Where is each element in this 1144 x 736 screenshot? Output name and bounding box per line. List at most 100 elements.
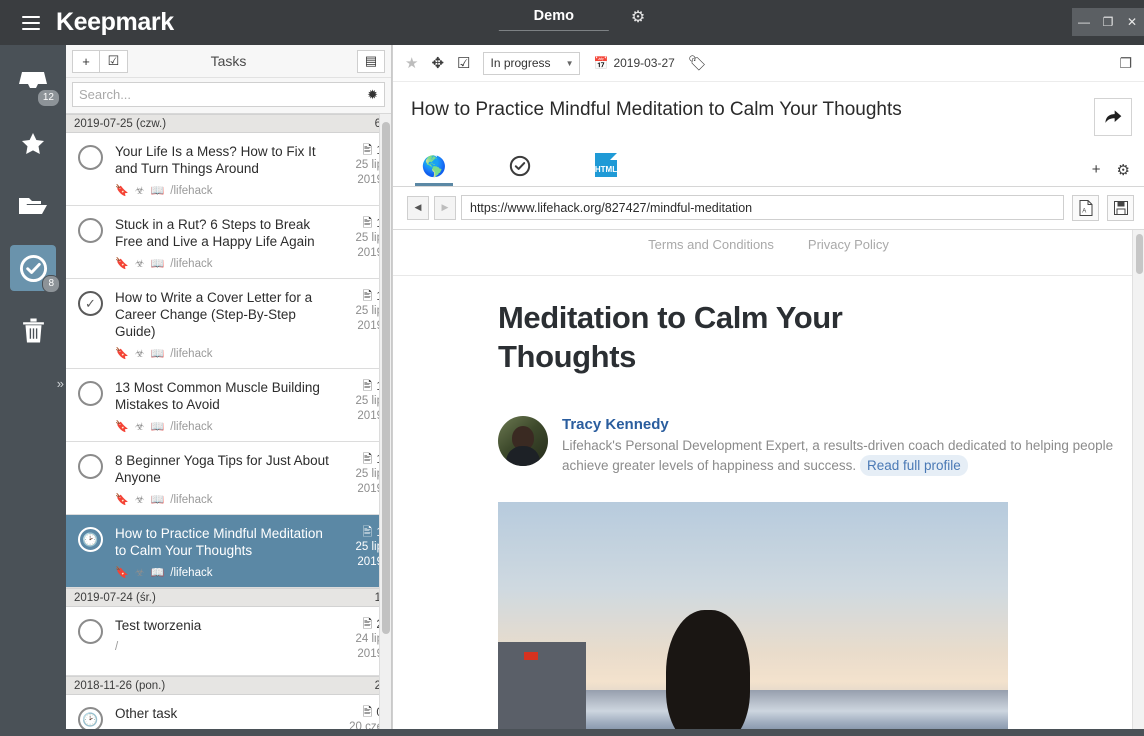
- task-status-circle[interactable]: [78, 218, 103, 243]
- task-date-year: 2019: [329, 555, 383, 570]
- task-right-meta: 🖹0 20 cze 2019: [329, 705, 383, 729]
- checkbox-icon[interactable]: ☑: [457, 54, 470, 72]
- task-row[interactable]: Stuck in a Rut? 6 Steps to Break Free an…: [66, 206, 391, 279]
- task-date-day: 25 lip: [329, 304, 383, 319]
- sidebar-item-favorites[interactable]: [10, 121, 56, 167]
- task-list-scroll[interactable]: 2019-07-25 (czw.) 6 Your Life Is a Mess?…: [66, 114, 391, 729]
- list-toolbar: + ☑ Tasks ▤: [66, 45, 391, 78]
- main-body: 12 8 »: [0, 45, 1144, 729]
- web-scrollbar-thumb[interactable]: [1136, 234, 1143, 274]
- gears-icon[interactable]: ⚙: [631, 7, 645, 27]
- tab-web[interactable]: 🌎: [415, 157, 453, 186]
- task-path: /lifehack: [170, 348, 212, 360]
- read-full-profile-link[interactable]: Read full profile: [860, 455, 968, 476]
- globe-icon: 🌎: [422, 157, 447, 177]
- list-scrollbar-thumb[interactable]: [382, 122, 390, 634]
- floppy-save-icon: [1114, 201, 1128, 215]
- task-date-year: 2019: [329, 409, 383, 424]
- rss-icon: ☣: [135, 184, 145, 197]
- author-avatar: [498, 416, 548, 466]
- hamburger-menu-icon[interactable]: [22, 16, 40, 30]
- tag-icon[interactable]: 🏷: [688, 54, 707, 72]
- sidebar-item-trash[interactable]: [10, 307, 56, 353]
- sidebar-item-folders[interactable]: [10, 183, 56, 229]
- tab-task[interactable]: [501, 155, 539, 186]
- task-title: Stuck in a Rut? 6 Steps to Break Free an…: [115, 216, 329, 250]
- task-status-circle[interactable]: [78, 145, 103, 170]
- page-title: How to Practice Mindful Meditation to Ca…: [411, 98, 1084, 122]
- minimize-button[interactable]: —: [1072, 8, 1096, 36]
- workspace-title[interactable]: Demo: [499, 6, 609, 31]
- task-row[interactable]: 13 Most Common Muscle Building Mistakes …: [66, 369, 391, 442]
- export-pdf-button[interactable]: A: [1072, 195, 1099, 221]
- task-row[interactable]: Test tworzenia / 🖹2 24 lip 2019: [66, 607, 391, 676]
- group-header: 2019-07-24 (śr.) 1: [66, 588, 391, 607]
- calendar-icon: 📅: [593, 56, 608, 70]
- bookmark-icon: 🔖: [115, 347, 129, 360]
- tab-html[interactable]: HTML: [587, 153, 625, 186]
- task-status-circle[interactable]: ✓: [78, 291, 103, 316]
- bookmark-icon: 🔖: [115, 566, 129, 579]
- restore-window-icon[interactable]: ❐: [1119, 55, 1132, 72]
- task-status-circle[interactable]: [78, 619, 103, 644]
- task-status-circle[interactable]: 🕑: [78, 527, 103, 552]
- task-status-circle[interactable]: [78, 454, 103, 479]
- book-icon: 📖: [151, 566, 165, 579]
- web-content-view[interactable]: Terms and Conditions Privacy Policy Medi…: [393, 230, 1144, 729]
- search-box[interactable]: ✹: [72, 82, 385, 107]
- add-tab-button[interactable]: +: [1092, 161, 1101, 178]
- web-article: Meditation to Calm Your Thoughts Tracy K…: [393, 276, 1144, 729]
- chevron-down-icon: ▼: [566, 59, 574, 68]
- group-label: 2019-07-24 (śr.): [74, 592, 156, 604]
- list-scrollbar[interactable]: [379, 114, 391, 729]
- rss-icon: ☣: [135, 347, 145, 360]
- task-row[interactable]: 8 Beginner Yoga Tips for Just About Anyo…: [66, 442, 391, 515]
- task-title: How to Write a Cover Letter for a Career…: [115, 289, 329, 340]
- task-right-meta: 🖹2 24 lip 2019: [329, 617, 383, 662]
- forward-button[interactable]: ▶: [434, 196, 456, 220]
- task-meta: 🔖 ☣ 📖 /lifehack: [115, 257, 329, 270]
- task-row-selected[interactable]: 🕑 How to Practice Mindful Meditation to …: [66, 515, 391, 588]
- task-right-meta: 🖹1 25 lip 2019: [329, 452, 383, 497]
- article-hero-image: [498, 502, 1008, 729]
- add-task-button[interactable]: +: [72, 50, 100, 73]
- task-row[interactable]: Your Life Is a Mess? How to Fix It and T…: [66, 133, 391, 206]
- list-view-toggle-button[interactable]: ▤: [357, 50, 385, 73]
- magic-wand-icon[interactable]: ✹: [367, 87, 378, 103]
- save-button[interactable]: [1107, 195, 1134, 221]
- tab-actions: + ⚙: [1092, 161, 1130, 186]
- task-row[interactable]: ✓ How to Write a Cover Letter for a Care…: [66, 279, 391, 369]
- task-status-circle[interactable]: [78, 381, 103, 406]
- back-button[interactable]: ◀: [407, 196, 429, 220]
- group-label: 2018-11-26 (pon.): [74, 680, 165, 692]
- task-title: Your Life Is a Mess? How to Fix It and T…: [115, 143, 329, 177]
- close-button[interactable]: ✕: [1120, 8, 1144, 36]
- sidebar-item-inbox[interactable]: 12: [10, 59, 56, 105]
- author-name[interactable]: Tracy Kennedy: [562, 416, 1114, 433]
- sidebar-item-tasks[interactable]: 8: [10, 245, 56, 291]
- task-date-day: 25 lip: [329, 394, 383, 409]
- share-button[interactable]: [1094, 98, 1132, 136]
- search-input[interactable]: [79, 87, 367, 102]
- url-input[interactable]: [461, 195, 1064, 220]
- status-select[interactable]: In progress ▼: [483, 52, 580, 75]
- bookmark-icon: 🔖: [115, 420, 129, 433]
- folder-open-icon: [18, 194, 48, 218]
- book-icon: 📖: [151, 257, 165, 270]
- link-privacy[interactable]: Privacy Policy: [808, 237, 889, 252]
- task-status-circle[interactable]: 🕑: [78, 707, 103, 729]
- star-icon[interactable]: ★: [405, 54, 418, 72]
- detail-pane: ★ ✥ ☑ In progress ▼ 📅 2019-03-27 🏷 ❐ How…: [392, 45, 1144, 729]
- bookmark-icon: 🔖: [115, 257, 129, 270]
- move-crosshair-icon[interactable]: ✥: [431, 54, 444, 72]
- due-date-chip[interactable]: 📅 2019-03-27: [593, 56, 674, 70]
- rail-expand-handle[interactable]: »: [57, 376, 64, 391]
- task-path: /lifehack: [170, 185, 212, 197]
- maximize-button[interactable]: ❐: [1096, 8, 1120, 36]
- select-tasks-button[interactable]: ☑: [100, 50, 128, 73]
- task-date-day: 25 lip: [329, 467, 383, 482]
- web-scrollbar[interactable]: [1132, 230, 1144, 729]
- link-terms[interactable]: Terms and Conditions: [648, 237, 774, 252]
- task-row[interactable]: 🕑 Other task 📅 /tasks 🖹0 20 cze 2019: [66, 695, 391, 729]
- gears-icon[interactable]: ⚙: [1117, 161, 1130, 179]
